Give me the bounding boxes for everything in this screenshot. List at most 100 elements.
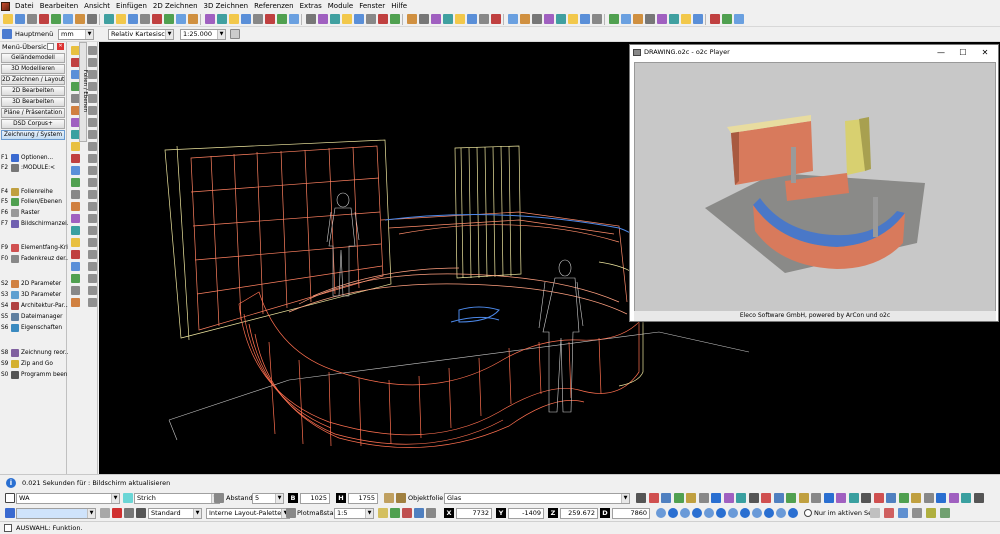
o2c-player-window[interactable]: DRAWING.o2c - o2c Player — ☐ ✕ Eleco Sof… bbox=[629, 44, 999, 322]
toolbar-tool-icon[interactable] bbox=[342, 14, 352, 24]
home-icon[interactable] bbox=[2, 29, 12, 39]
props-tool-icon[interactable] bbox=[798, 493, 809, 503]
vtool-icon[interactable] bbox=[71, 262, 80, 271]
props-tool-icon[interactable] bbox=[711, 493, 721, 503]
toolbar-tool-icon[interactable] bbox=[609, 14, 619, 24]
btn-3d-bearbeiten[interactable]: 3D Bearbeiten bbox=[1, 97, 65, 107]
vtool-icon[interactable] bbox=[71, 298, 80, 307]
menu-extras[interactable]: Extras bbox=[297, 0, 325, 12]
refresh-icon[interactable] bbox=[390, 508, 400, 518]
fkey-item[interactable]: S3 3D Parameter bbox=[1, 290, 61, 300]
vtool-icon[interactable] bbox=[71, 286, 80, 295]
toolbar-tool-icon[interactable] bbox=[491, 14, 501, 24]
snap-icon[interactable] bbox=[728, 508, 738, 518]
fkey-item[interactable]: S2 2D Parameter bbox=[1, 279, 61, 289]
toolbar-tool-icon[interactable] bbox=[669, 14, 679, 24]
toolbar-tool-icon[interactable] bbox=[164, 14, 174, 24]
menu-bearbeiten[interactable]: Bearbeiten bbox=[37, 0, 81, 12]
menu-fenster[interactable]: Fenster bbox=[356, 0, 388, 12]
props-tool-icon[interactable] bbox=[861, 493, 871, 503]
app-icon[interactable] bbox=[1, 1, 10, 11]
vtool-draw-icon[interactable] bbox=[88, 262, 97, 271]
vtool-draw-icon[interactable] bbox=[88, 130, 97, 139]
set-icon-e[interactable] bbox=[940, 508, 950, 518]
layer-select[interactable]: WA ▼ bbox=[16, 493, 120, 504]
props-tool-icon[interactable] bbox=[773, 493, 784, 503]
fkey-item[interactable]: S5 Dateimanager bbox=[1, 312, 63, 322]
foil-icon[interactable] bbox=[396, 493, 406, 503]
toolbar-tool-icon[interactable] bbox=[229, 14, 239, 24]
fkey-item[interactable]: F1 Optionen... bbox=[1, 153, 53, 163]
toolbar-tool-icon[interactable] bbox=[354, 14, 364, 24]
props-tool-icon[interactable] bbox=[911, 493, 921, 503]
vtool-draw-icon[interactable] bbox=[88, 82, 97, 91]
props-tool-icon[interactable] bbox=[973, 493, 984, 503]
props-tool-icon[interactable] bbox=[873, 493, 884, 503]
toolbar-tool-icon[interactable] bbox=[265, 14, 275, 24]
toolbar-tool-icon[interactable] bbox=[722, 14, 732, 24]
vtool-icon[interactable] bbox=[71, 142, 80, 151]
fkey-item[interactable]: F5 Folien/Ebenen bbox=[1, 197, 62, 207]
player-3d-canvas[interactable] bbox=[634, 62, 996, 312]
props-tool-icon[interactable] bbox=[761, 493, 771, 503]
menu-ansicht[interactable]: Ansicht bbox=[81, 0, 113, 12]
menu-3d-zeichnen[interactable]: 3D Zeichnen bbox=[201, 0, 252, 12]
toolbar-tool-icon[interactable] bbox=[330, 14, 340, 24]
plot-scale-select[interactable]: 1:5 ▼ bbox=[334, 508, 374, 519]
coord-mode-select[interactable]: Relativ Kartesisch ▼ bbox=[108, 29, 174, 40]
y-coordinate-field[interactable]: -1409 bbox=[508, 508, 544, 519]
home-menu-label[interactable]: Hauptmenü bbox=[15, 28, 53, 40]
toolbar-tool-icon[interactable] bbox=[681, 14, 691, 24]
options-icon[interactable] bbox=[426, 508, 436, 518]
vtool-draw-icon[interactable] bbox=[88, 274, 97, 283]
props-tool-icon[interactable] bbox=[686, 493, 696, 503]
vtool-draw-icon[interactable] bbox=[88, 190, 97, 199]
layer-name-input[interactable]: ▼ bbox=[16, 508, 96, 519]
layout-icon[interactable] bbox=[378, 508, 388, 518]
plot-icon[interactable] bbox=[286, 508, 296, 518]
fkey-item[interactable]: S0 Programm been... bbox=[1, 370, 73, 380]
snap-icon[interactable] bbox=[764, 508, 774, 518]
menu-hilfe[interactable]: Hilfe bbox=[388, 0, 410, 12]
toolbar-tool-icon[interactable] bbox=[39, 14, 49, 24]
toolbar-tool-icon[interactable] bbox=[15, 14, 25, 24]
btn-2d-zeichnen-layout[interactable]: 2D Zeichnen / Layout bbox=[1, 75, 65, 85]
toolbar-tool-icon[interactable] bbox=[479, 14, 489, 24]
toolbar-tool-icon[interactable] bbox=[568, 14, 578, 24]
toolbar-tool-icon[interactable] bbox=[241, 14, 251, 24]
scale-select[interactable]: 1:25.000 ▼ bbox=[180, 29, 226, 40]
toolbar-tool-icon[interactable] bbox=[532, 14, 542, 24]
vtool-icon[interactable] bbox=[71, 154, 80, 163]
x-coordinate-field[interactable]: 7732 bbox=[456, 508, 492, 519]
toolbar-tool-icon[interactable] bbox=[277, 14, 287, 24]
toolbar-tool-icon[interactable] bbox=[253, 14, 263, 24]
props-tool-icon[interactable] bbox=[811, 493, 821, 503]
toolbar-tool-icon[interactable] bbox=[378, 14, 388, 24]
props-tool-icon[interactable] bbox=[636, 493, 646, 503]
vtool-icon[interactable] bbox=[71, 214, 80, 223]
toolbar-tool-icon[interactable] bbox=[51, 14, 61, 24]
props-tool-icon[interactable] bbox=[936, 493, 946, 503]
export-icon[interactable] bbox=[414, 508, 424, 518]
btn-plaene-praesentation[interactable]: Pläne / Präsentation bbox=[1, 108, 65, 118]
toolbar-tool-icon[interactable] bbox=[580, 14, 590, 24]
distance-select[interactable]: 5 ▼ bbox=[252, 493, 284, 504]
palette-select[interactable]: Interne Layout-Palette▼ bbox=[206, 508, 290, 519]
toolbar-tool-icon[interactable] bbox=[544, 14, 554, 24]
toolbar-tool-icon[interactable] bbox=[407, 14, 417, 24]
close-icon[interactable]: ✕ bbox=[57, 43, 64, 50]
vtool-draw-icon[interactable] bbox=[88, 238, 97, 247]
toolbar-tool-icon[interactable] bbox=[734, 14, 744, 24]
set-icon-d[interactable] bbox=[926, 508, 936, 518]
vtool-icon[interactable] bbox=[71, 250, 80, 259]
toolbar-tool-icon[interactable] bbox=[455, 14, 465, 24]
vtool-icon[interactable] bbox=[71, 190, 80, 199]
toolbar-tool-icon[interactable] bbox=[467, 14, 477, 24]
vtool-draw-icon[interactable] bbox=[88, 106, 97, 115]
toolbar-tool-icon[interactable] bbox=[128, 14, 138, 24]
fkey-item[interactable]: S4 Architektur-Par... bbox=[1, 301, 69, 311]
props-tool-icon[interactable] bbox=[836, 493, 846, 503]
fkey-item[interactable]: F9 Elementfang-Kri... bbox=[1, 243, 73, 253]
vtool-icon[interactable] bbox=[71, 202, 80, 211]
fkey-item[interactable]: F0 Fadenkreuz der... bbox=[1, 254, 71, 264]
